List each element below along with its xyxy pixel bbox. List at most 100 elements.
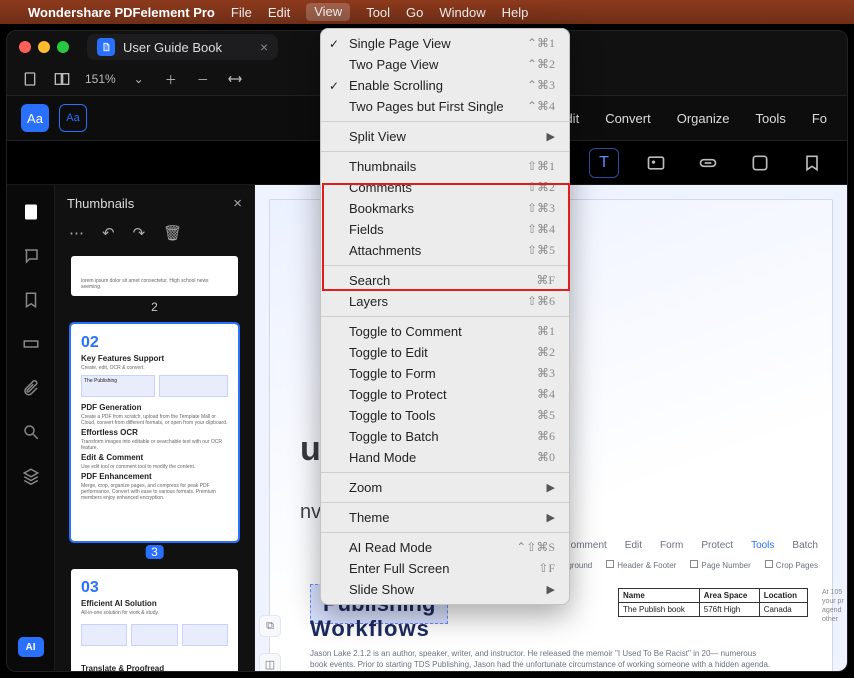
thumb-box: The Publishing [81, 375, 155, 397]
menu-fields[interactable]: Fields⇧⌘4 [321, 219, 569, 240]
subtab-tools[interactable]: Tools [751, 540, 774, 551]
menu-edit[interactable]: Edit [268, 5, 290, 20]
tab-convert[interactable]: Convert [605, 111, 651, 126]
single-page-icon[interactable] [21, 70, 39, 88]
maximize-window-icon[interactable] [57, 41, 69, 53]
menu-toggle-tools[interactable]: Toggle to Tools⌘5 [321, 405, 569, 426]
thumb-big-number: 02 [81, 334, 228, 352]
thumb-heading: Efficient AI Solution [81, 599, 228, 608]
menu-full-screen[interactable]: Enter Full Screen⇧F [321, 558, 569, 579]
ai-badge[interactable]: AI [18, 637, 44, 657]
menu-split-view[interactable]: Split View▶ [321, 126, 569, 147]
ribbon-header-footer: Header & Footer [606, 560, 676, 570]
menu-zoom[interactable]: Zoom▶ [321, 477, 569, 498]
menu-theme[interactable]: Theme▶ [321, 507, 569, 528]
tab-tools[interactable]: Tools [755, 111, 785, 126]
more-tools-icon[interactable] [797, 148, 827, 178]
menu-enable-scrolling[interactable]: ✓Enable Scrolling⌃⌘3 [321, 75, 569, 96]
menu-toggle-edit[interactable]: Toggle to Edit⌘2 [321, 342, 569, 363]
thumbnails-icon[interactable] [20, 201, 42, 223]
ribbon-crop: Crop Pages [765, 560, 818, 570]
menu-slide-show[interactable]: Slide Show▶ [321, 579, 569, 600]
menu-toggle-batch[interactable]: Toggle to Batch⌘6 [321, 426, 569, 447]
thumb-section-text: Transform images into editable or search… [81, 439, 228, 451]
thumbnail-page-2[interactable]: lorem ipsum dolor sit amet consectetur. … [71, 256, 238, 296]
view-dropdown-menu: ✓Single Page View⌃⌘1 Two Page View⌃⌘2 ✓E… [320, 28, 570, 605]
fit-width-icon[interactable] [226, 70, 244, 88]
thumb-section-text: Use edit tool or comment tool to modify … [81, 464, 228, 470]
menu-window[interactable]: Window [439, 5, 485, 20]
menu-search[interactable]: Search⌘F [321, 270, 569, 291]
menu-comments[interactable]: Comments⇧⌘2 [321, 177, 569, 198]
thumb-section-title: PDF Enhancement [81, 472, 228, 481]
search-icon[interactable] [20, 421, 42, 443]
thumb-box [159, 375, 229, 397]
rotate-right-icon[interactable]: ↷ [133, 224, 146, 242]
menu-tool[interactable]: Tool [366, 5, 390, 20]
fields-icon[interactable] [20, 333, 42, 355]
menu-toggle-form[interactable]: Toggle to Form⌘3 [321, 363, 569, 384]
thumb-box [182, 624, 228, 646]
close-window-icon[interactable] [19, 41, 31, 53]
menu-toggle-protect[interactable]: Toggle to Protect⌘4 [321, 384, 569, 405]
menu-hand-mode[interactable]: Hand Mode⌘0 [321, 447, 569, 468]
zoom-in-icon[interactable]: ＋ [162, 70, 180, 88]
minimize-window-icon[interactable] [38, 41, 50, 53]
close-panel-icon[interactable]: × [233, 195, 242, 212]
menu-view[interactable]: View [306, 3, 350, 21]
thumbnails-title: Thumbnails [67, 196, 134, 211]
menu-file[interactable]: File [231, 5, 252, 20]
text-box-icon[interactable]: Aa [59, 104, 87, 132]
thumb-heading: Key Features Support [81, 354, 228, 363]
two-page-icon[interactable] [53, 70, 71, 88]
thumb-sub: Create, edit, OCR & convert. [81, 365, 228, 371]
menu-bookmarks[interactable]: Bookmarks⇧⌘3 [321, 198, 569, 219]
mac-menubar: Wondershare PDFelement Pro File Edit Vie… [0, 0, 854, 24]
app-name: Wondershare PDFelement Pro [28, 5, 215, 20]
link-tool-icon[interactable] [693, 148, 723, 178]
traffic-lights[interactable] [19, 41, 69, 53]
thumb-options-icon[interactable]: ⋯ [69, 224, 84, 242]
thumbnail-page-3[interactable]: 02 Key Features Support Create, edit, OC… [71, 324, 238, 541]
subtab-edit[interactable]: Edit [625, 540, 642, 551]
document-tab[interactable]: User Guide Book × [87, 34, 278, 60]
menu-layers[interactable]: Layers⇧⌘6 [321, 291, 569, 312]
subtab-form[interactable]: Form [660, 540, 683, 551]
attachments-icon[interactable] [20, 377, 42, 399]
text-tool-icon[interactable]: T [589, 148, 619, 178]
comments-icon[interactable] [20, 245, 42, 267]
static-text: Workflows [310, 616, 430, 642]
delete-page-icon[interactable]: 🗑 [163, 224, 182, 242]
subtab-batch[interactable]: Batch [792, 540, 818, 551]
menu-two-page-view[interactable]: Two Page View⌃⌘2 [321, 54, 569, 75]
subtab-protect[interactable]: Protect [701, 540, 733, 551]
menu-ai-read-mode[interactable]: AI Read Mode⌃⇧⌘S [321, 537, 569, 558]
text-edit-icon[interactable]: Aa [21, 104, 49, 132]
menu-two-pages-first-single[interactable]: Two Pages but First Single⌃⌘4 [321, 96, 569, 117]
menu-help[interactable]: Help [502, 5, 529, 20]
menu-thumbnails[interactable]: Thumbnails⇧⌘1 [321, 156, 569, 177]
image-tool-icon[interactable] [641, 148, 671, 178]
pdf-doc-icon [97, 38, 115, 56]
close-tab-icon[interactable]: × [260, 39, 268, 55]
thumb-section-text: Create a PDF from scratch, upload from t… [81, 414, 228, 426]
tab-form[interactable]: Fo [812, 111, 827, 126]
shape-tool-icon[interactable] [745, 148, 775, 178]
rotate-left-icon[interactable]: ↶ [102, 224, 115, 242]
body-paragraph: Jason Lake 2.1.2 is an author, speaker, … [310, 648, 772, 671]
menu-toggle-comment[interactable]: Toggle to Comment⌘1 [321, 321, 569, 342]
tab-organize[interactable]: Organize [677, 111, 730, 126]
side-rail: AI [7, 185, 55, 671]
chevron-down-icon[interactable]: ⌄ [130, 70, 148, 88]
float-compare-icon[interactable]: ◫ [259, 653, 281, 671]
float-copy-icon[interactable]: ⧉ [259, 615, 281, 637]
zoom-value[interactable]: 151% [85, 72, 116, 86]
thumbnail-page-4[interactable]: 03 Efficient AI Solution All-in-one solu… [71, 569, 238, 671]
menu-attachments[interactable]: Attachments⇧⌘5 [321, 240, 569, 261]
zoom-out-icon[interactable]: － [194, 70, 212, 88]
bookmarks-icon[interactable] [20, 289, 42, 311]
layers-icon[interactable] [20, 465, 42, 487]
menu-single-page-view[interactable]: ✓Single Page View⌃⌘1 [321, 33, 569, 54]
menu-go[interactable]: Go [406, 5, 423, 20]
ribbon-page-number: Page Number [690, 560, 750, 570]
